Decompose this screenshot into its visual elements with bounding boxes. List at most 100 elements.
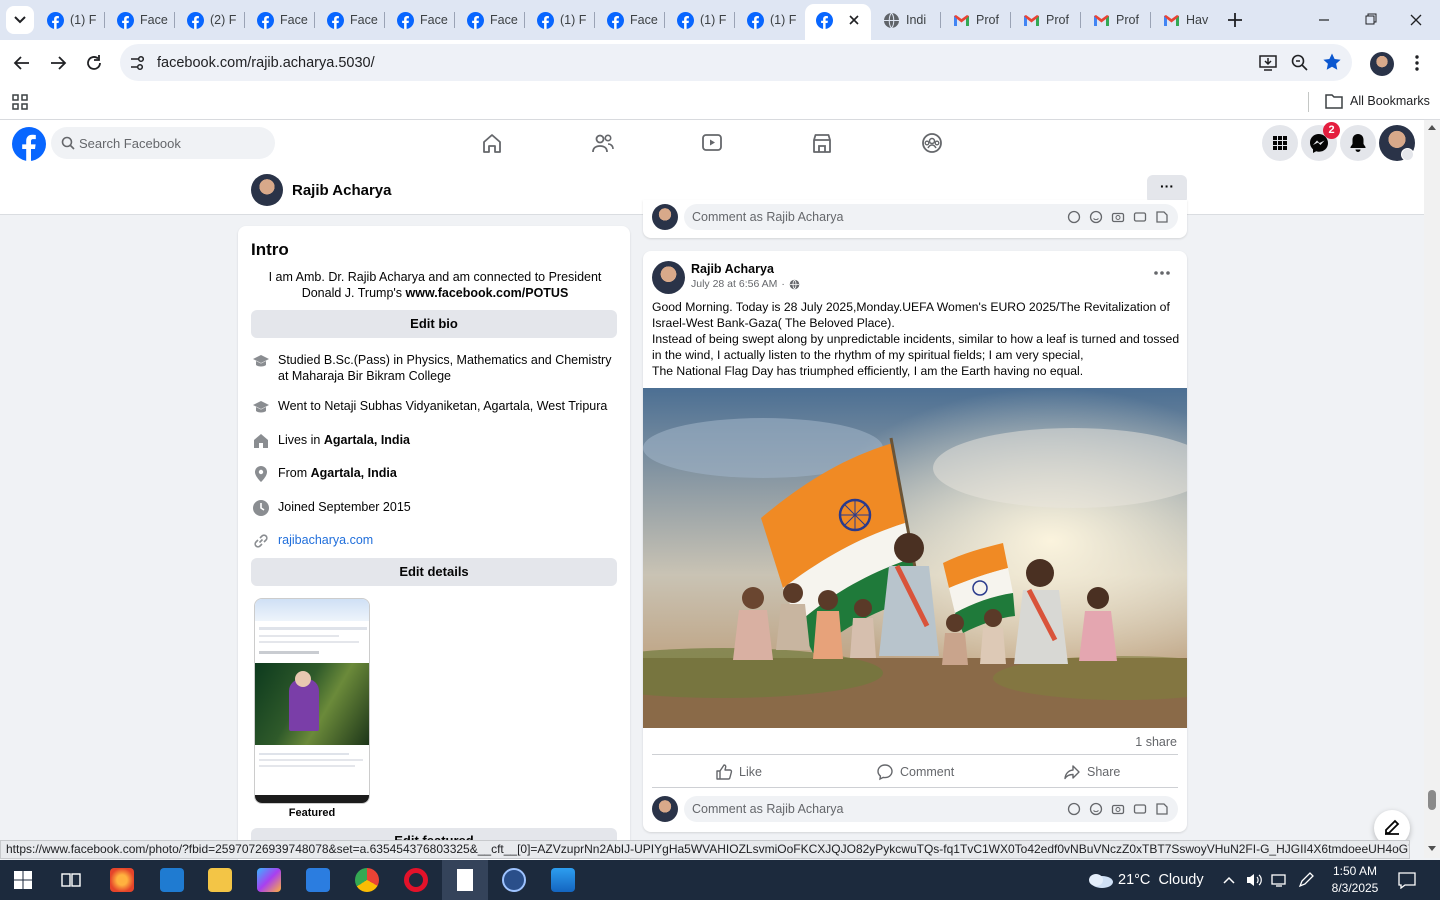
window-close-icon[interactable] [1406, 10, 1426, 30]
back-icon[interactable] [12, 54, 32, 72]
bookmark-star-icon[interactable] [1322, 52, 1342, 72]
post-options-icon[interactable] [1152, 266, 1172, 280]
volume-icon[interactable] [1245, 872, 1263, 888]
avatar-sticker-icon[interactable] [1067, 210, 1081, 224]
browser-tab[interactable]: Face [110, 6, 170, 34]
emoji-icon[interactable] [1089, 210, 1103, 224]
bio-link[interactable]: www.facebook.com/POTUS [406, 286, 569, 300]
share-button[interactable]: Share [1063, 763, 1120, 781]
post-time[interactable]: July 28 at 6:56 AM [691, 278, 777, 290]
tab-search-button[interactable] [6, 6, 34, 34]
forward-icon[interactable] [48, 54, 68, 72]
facebook-search-input[interactable]: Search Facebook [51, 127, 275, 159]
video-icon[interactable] [701, 132, 723, 154]
browser-tab[interactable]: (2) F [180, 6, 240, 34]
chrome-icon[interactable] [355, 868, 379, 892]
from-place[interactable]: Agartala, India [311, 466, 397, 480]
browser-tab[interactable]: (1) F [740, 6, 800, 34]
menu-grid-button[interactable] [1262, 125, 1298, 161]
notification-center-icon[interactable] [1397, 871, 1417, 889]
browser-tab[interactable]: Hav [1156, 6, 1216, 34]
browser-tab[interactable]: Prof [946, 6, 1006, 34]
site-info-icon[interactable] [128, 54, 146, 72]
pen-icon[interactable] [1297, 871, 1315, 889]
browser-tab[interactable]: (1) F [530, 6, 590, 34]
comment-input[interactable]: Comment as Rajib Acharya [684, 204, 1178, 230]
friends-icon[interactable] [591, 132, 615, 154]
browser-tab[interactable]: Face [460, 6, 520, 34]
tab-close-icon[interactable] [844, 10, 864, 30]
zoom-icon[interactable] [1290, 53, 1310, 73]
weather-text[interactable]: 21°C Cloudy [1118, 872, 1204, 888]
browser-tab[interactable]: Prof [1016, 6, 1076, 34]
featured-thumbnail[interactable] [254, 598, 370, 804]
marketplace-icon[interactable] [811, 132, 833, 154]
browser-tab[interactable]: Face [250, 6, 310, 34]
post-photo[interactable] [643, 388, 1187, 728]
browser-tab[interactable]: (1) F [40, 6, 100, 34]
home-icon[interactable] [481, 132, 503, 154]
lives-in-place[interactable]: Agartala, India [324, 433, 410, 447]
post-comment-input[interactable]: Comment as Rajib Acharya [684, 796, 1178, 822]
sticker-icon[interactable] [1155, 210, 1169, 224]
camera-icon[interactable] [1111, 210, 1125, 224]
cloudy-weather-icon[interactable] [1086, 871, 1114, 889]
clock[interactable]: 1:50 AM 8/3/2025 [1330, 863, 1380, 897]
browser-tab[interactable]: Face [320, 6, 380, 34]
camera-icon[interactable] [1111, 802, 1125, 816]
website-link[interactable]: rajibacharya.com [278, 532, 373, 548]
comment-button[interactable]: Comment [876, 763, 954, 781]
like-button[interactable]: Like [715, 763, 762, 781]
notifications-button[interactable] [1340, 125, 1376, 161]
messaging-app-icon[interactable] [160, 868, 184, 892]
chrome-menu-icon[interactable] [1410, 53, 1424, 73]
groups-icon[interactable] [921, 132, 943, 154]
browser-tab[interactable] [809, 6, 839, 34]
install-app-icon[interactable] [1258, 53, 1278, 73]
opera-icon[interactable] [404, 868, 428, 892]
scrollbar-thumb[interactable] [1428, 790, 1436, 810]
network-icon[interactable] [1271, 872, 1289, 888]
post-author-avatar[interactable] [652, 261, 685, 294]
edit-bio-button[interactable]: Edit bio [251, 310, 617, 338]
browser-tab[interactable]: Prof [1086, 6, 1146, 34]
facebook-logo-icon[interactable] [12, 127, 46, 161]
browser-tab[interactable]: Face [390, 6, 450, 34]
reload-icon[interactable] [84, 53, 104, 73]
url-text[interactable]: facebook.com/rajib.acharya.5030/ [157, 55, 375, 71]
store-icon[interactable] [306, 868, 330, 892]
copilot-icon[interactable] [257, 868, 281, 892]
active-taskbar-item[interactable] [442, 860, 488, 900]
restore-icon[interactable] [1360, 10, 1380, 30]
page-scrollbar[interactable] [1424, 120, 1440, 858]
chevron-up-icon[interactable] [1222, 873, 1236, 887]
profile-name[interactable]: Rajib Acharya [292, 182, 392, 199]
sticker-icon[interactable] [1155, 802, 1169, 816]
new-tab-icon[interactable] [1224, 9, 1246, 31]
pinned-app-icon[interactable] [502, 868, 526, 892]
photos-icon[interactable] [551, 868, 575, 892]
account-chevron-icon[interactable] [1401, 148, 1414, 161]
browser-tab[interactable]: Face [600, 6, 660, 34]
firefox-icon[interactable] [110, 868, 134, 892]
browser-tab[interactable]: Indi [876, 6, 936, 34]
address-bar[interactable]: facebook.com/rajib.acharya.5030/ [120, 44, 1352, 81]
scroll-up-arrow-icon[interactable] [1428, 124, 1436, 130]
share-count[interactable]: 1 share [1135, 735, 1177, 749]
windows-start-icon[interactable] [14, 871, 32, 889]
avatar-sticker-icon[interactable] [1067, 802, 1081, 816]
task-view-icon[interactable] [61, 870, 81, 890]
minimize-icon[interactable] [1314, 10, 1334, 30]
scroll-down-arrow-icon[interactable] [1428, 846, 1436, 852]
file-explorer-icon[interactable] [208, 868, 232, 892]
apps-grid-icon[interactable] [11, 93, 29, 111]
post-author[interactable]: Rajib Acharya [691, 262, 774, 276]
emoji-icon[interactable] [1089, 802, 1103, 816]
gif-icon[interactable] [1133, 802, 1147, 816]
edit-details-button[interactable]: Edit details [251, 558, 617, 586]
browser-tab[interactable]: (1) F [670, 6, 730, 34]
gif-icon[interactable] [1133, 210, 1147, 224]
chrome-profile-avatar[interactable] [1370, 52, 1394, 76]
all-bookmarks-button[interactable]: All Bookmarks [1350, 94, 1430, 108]
profile-avatar[interactable] [251, 174, 283, 206]
